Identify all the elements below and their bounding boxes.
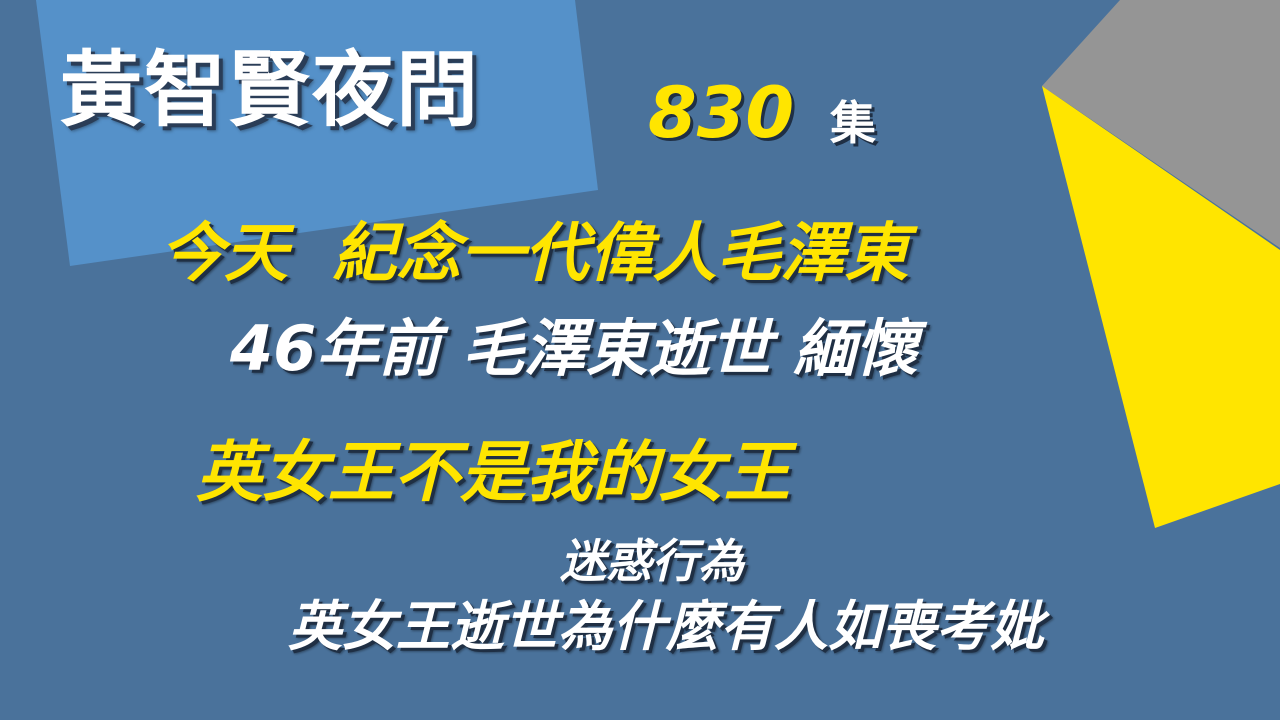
headline-queen-mourning: 英女王逝世為什麼有人如喪考妣 [288, 595, 1044, 658]
headline-confusing-behavior: 迷惑行為 [560, 534, 744, 588]
headline-mao-anniversary: 46年前 毛澤東逝世 緬懷 [230, 312, 918, 385]
headline-not-my-queen: 英女王不是我的女王 [196, 434, 790, 511]
headline-mao-memorial: 今天 紀念一代偉人毛澤東 [160, 217, 909, 291]
episode-suffix: 集 [830, 96, 876, 150]
show-title: 黃智賢夜問 [60, 43, 481, 138]
episode-number: 830 [648, 72, 795, 154]
